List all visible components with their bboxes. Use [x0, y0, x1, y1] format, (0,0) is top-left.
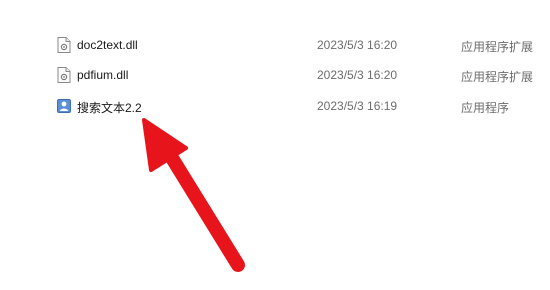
red-arrow-annotation [142, 118, 245, 272]
